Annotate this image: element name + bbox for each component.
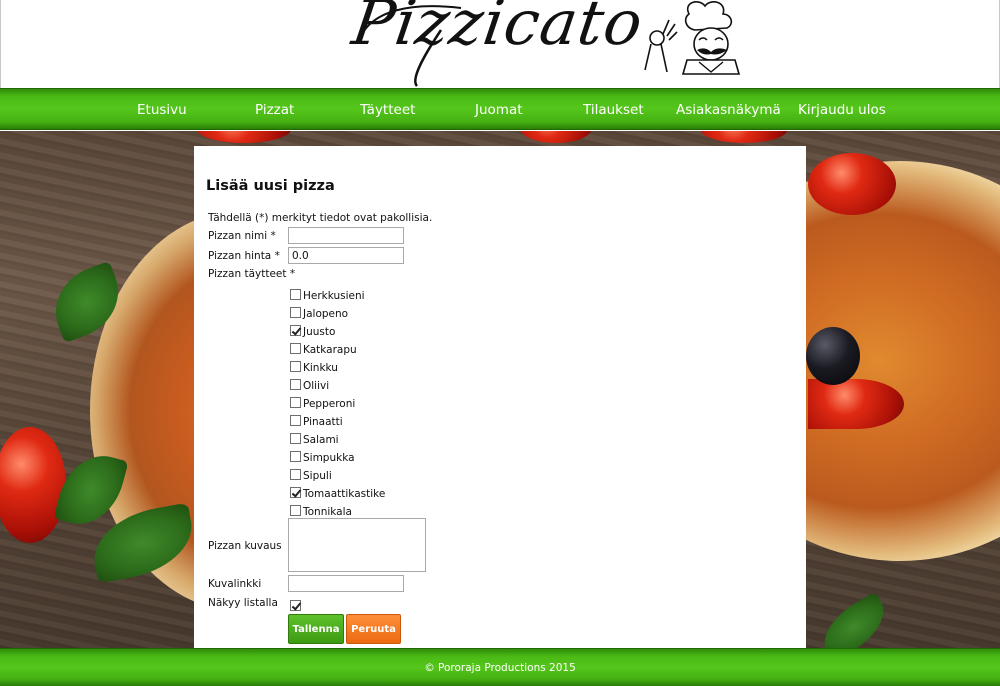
tomato-image [196,131,292,143]
nav-item-juomat[interactable]: Juomat [475,89,523,131]
pizza-description-textarea[interactable] [288,518,426,572]
topping-oliivi[interactable]: Oliivi [290,375,330,392]
topping-salami[interactable]: Salami [290,429,339,446]
visible-in-list-label: Näkyy listalla [208,597,278,609]
save-button[interactable]: Tallenna [288,614,344,644]
pizza-name-input[interactable] [288,227,404,244]
site-logo[interactable]: Pizzicato [348,0,648,59]
pizza-description-label: Pizzan kuvaus [208,540,282,552]
topping-label: Oliivi [303,379,330,392]
nav-item-tilaukset[interactable]: Tilaukset [583,89,644,131]
nav-item-pizzat[interactable]: Pizzat [255,89,294,131]
checkbox[interactable] [290,361,301,372]
topping-jalopeno[interactable]: Jalopeno [290,303,349,320]
tomato-image [520,131,592,143]
tomato-slice-image [808,379,904,429]
copyright-text: © Pororaja Productions 2015 [424,662,576,674]
topping-label: Jalopeno [303,307,349,320]
topping-label: Katkarapu [303,343,357,356]
nav-item-kirjaudu-ulos[interactable]: Kirjaudu ulos [798,89,886,131]
required-fields-note: Tähdellä (*) merkityt tiedot ovat pakoll… [208,212,433,224]
topping-juusto[interactable]: Juusto [290,321,336,338]
main-nav: Etusivu Pizzat Täytteet Juomat Tilaukset… [0,88,1000,130]
checkbox[interactable] [290,397,301,408]
topping-tomaattikastike[interactable]: Tomaattikastike [290,483,386,500]
add-pizza-panel: Lisää uusi pizza Tähdellä (*) merkityt t… [194,146,806,648]
topping-katkarapu[interactable]: Katkarapu [290,339,357,356]
page-title: Lisää uusi pizza [206,178,335,194]
checkbox[interactable] [290,505,301,516]
topping-label: Simpukka [303,451,355,464]
topping-label: Salami [303,433,339,446]
checkbox[interactable] [290,325,301,336]
image-link-label: Kuvalinkki [208,578,262,590]
topping-label: Pepperoni [303,397,356,410]
cancel-button[interactable]: Peruuta [346,614,401,644]
image-link-input[interactable] [288,575,404,592]
basil-leaf-image [812,591,896,648]
topping-simpukka[interactable]: Simpukka [290,447,355,464]
pizza-price-label: Pizzan hinta * [208,250,280,262]
topping-label: Pinaatti [303,415,343,428]
site-header: Pizzicato [0,0,1000,88]
checkbox[interactable] [290,307,301,318]
topping-label: Herkkusieni [303,289,365,302]
topping-pinaatti[interactable]: Pinaatti [290,411,343,428]
topping-label: Juusto [303,325,336,338]
checkbox[interactable] [290,379,301,390]
nav-item-asiakasnakyma[interactable]: Asiakasnäkymä [676,89,781,131]
pizza-name-label: Pizzan nimi * [208,230,276,242]
pizza-price-input[interactable] [288,247,404,264]
tomato-image [808,153,896,215]
topping-label: Sipuli [303,469,332,482]
topping-label: Tonnikala [303,505,352,518]
checkbox[interactable] [290,289,301,300]
topping-pepperoni[interactable]: Pepperoni [290,393,356,410]
checkbox[interactable] [290,451,301,462]
topping-label: Kinkku [303,361,338,374]
chef-mascot-icon [644,1,741,75]
visible-in-list-toggle[interactable] [290,596,301,611]
topping-herkkusieni[interactable]: Herkkusieni [290,285,365,302]
nav-item-etusivu[interactable]: Etusivu [137,89,187,131]
checkbox[interactable] [290,343,301,354]
tomato-image [0,427,66,543]
nav-item-taytteet[interactable]: Täytteet [360,89,415,131]
checkbox[interactable] [290,415,301,426]
checkbox[interactable] [290,433,301,444]
checkbox[interactable] [290,469,301,480]
topping-kinkku[interactable]: Kinkku [290,357,338,374]
site-footer: © Pororaja Productions 2015 [0,648,1000,686]
checkbox[interactable] [290,487,301,498]
tomato-image [700,131,788,143]
topping-sipuli[interactable]: Sipuli [290,465,332,482]
checkbox[interactable] [290,600,301,611]
olive-image [806,327,860,385]
topping-tonnikala[interactable]: Tonnikala [290,501,352,518]
pizza-toppings-label: Pizzan täytteet * [208,268,296,280]
topping-label: Tomaattikastike [303,487,386,500]
